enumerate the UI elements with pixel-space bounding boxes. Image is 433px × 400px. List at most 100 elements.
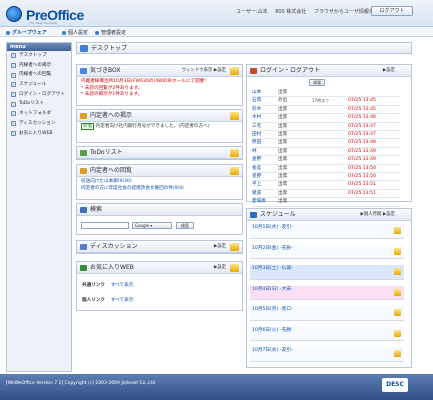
sidebar-item-desktop[interactable]: デスクトップ — [7, 51, 71, 61]
login-row: 田村 出席 07/25 13:47 — [252, 131, 400, 140]
schedule-day[interactable]: 10月3日(土) -仏滅- — [250, 265, 404, 280]
sidebar-item-label: お気に入りWEB — [19, 130, 53, 136]
schedule-date[interactable]: 10月4日(日) — [252, 287, 278, 292]
login-name[interactable]: 幾波 — [252, 190, 261, 198]
login-status: 出席 — [278, 157, 288, 163]
panel-links[interactable]: ▶設定 — [214, 262, 226, 274]
panel-title: 気づきBOX — [90, 67, 121, 74]
panel-body: 内蔵者様橋治所10月3日(FW630の)480DIRホールにて開催! * 未読の… — [77, 77, 242, 101]
schedule-day[interactable]: 10月5日(月) -赤口- — [250, 306, 404, 321]
edit-icon[interactable] — [230, 149, 239, 157]
return-button[interactable]: 帰電 — [309, 79, 325, 86]
todo-icon — [11, 101, 16, 107]
favorites-row-label: 共通リンク — [82, 283, 105, 288]
notice-item[interactable]: 内定者向け社内期行月号ができました。(内定者の方へ) — [96, 124, 210, 129]
sidebar-item-todo[interactable]: ToDoリスト — [7, 99, 71, 109]
nav-personal-settings[interactable]: 個人設定 — [62, 29, 88, 36]
edit-icon[interactable] — [230, 243, 239, 251]
panel-links[interactable]: ▶設定 — [383, 65, 395, 77]
sidebar-item-favorites[interactable]: お気に入りWEB — [7, 129, 71, 139]
search-input[interactable] — [81, 222, 129, 229]
logo-icon — [6, 6, 22, 22]
login-row: 木村 出席 07/25 13:46 — [252, 114, 400, 123]
panel-links[interactable]: ▶設定 — [214, 241, 226, 253]
panel-header: 内定者への掲示 — [77, 110, 242, 122]
nav-groupware[interactable]: グループウェア — [6, 29, 47, 36]
search-engine-select[interactable]: Google ▾ — [132, 222, 172, 229]
box-line[interactable]: * 未読の掲示が1件あります。 — [81, 92, 238, 99]
panel-links[interactable]: ウィンドウ表示 ▶設定 — [182, 65, 226, 77]
footer-copyright: [WeWeOffice Version 7.1] Copyright (c) 2… — [6, 381, 156, 386]
schedule-date[interactable]: 10月6日(火) — [252, 328, 278, 333]
login-name[interactable]: 倉野 — [252, 156, 261, 164]
login-name[interactable]: 石岡 — [252, 97, 261, 105]
panel-links[interactable]: ▶個人月間 ▶設定 — [361, 209, 396, 221]
schedule-date[interactable]: 10月3日(土) — [252, 266, 278, 271]
favorites-show-all[interactable]: すべて表示 — [111, 298, 133, 303]
login-name[interactable]: 山本 — [252, 89, 261, 97]
sidebar-item-netfolder[interactable]: ネットフォルダ — [7, 109, 71, 119]
sidebar-item-login[interactable]: ログイン・ログアウト — [7, 90, 71, 100]
login-name[interactable]: 原田 — [252, 139, 261, 147]
login-row: 愛場奏 出席 — [252, 198, 400, 207]
edit-icon[interactable] — [394, 350, 401, 357]
schedule-day[interactable]: 10月1日(木) -友引- — [250, 224, 404, 239]
login-name[interactable]: 田村 — [252, 131, 261, 139]
schedule-day[interactable]: 10月7日(水) -友引- — [250, 347, 404, 362]
edit-icon[interactable] — [394, 329, 401, 337]
globe-icon — [80, 265, 87, 271]
edit-icon[interactable] — [230, 167, 239, 175]
logout-button[interactable]: ログアウト — [371, 6, 413, 16]
schedule-label: -仏滅- — [280, 266, 293, 271]
panel-header: スケジュール ▶個人月間 ▶設定 — [247, 209, 411, 221]
sidebar-item-circular[interactable]: 内線者への回覧 — [7, 70, 71, 80]
sidebar-item-schedule[interactable]: スケジュール — [7, 80, 71, 90]
login-name[interactable]: 平上 — [252, 181, 261, 189]
favorites-panel: お気に入りWEB ▶設定 共通リンク すべて表示 個人リンク すべて表示 — [76, 261, 243, 311]
edit-icon[interactable] — [230, 264, 239, 272]
page-title-text: デスクトップ — [91, 45, 128, 52]
sidebar-item-discussion[interactable]: ディスカッション — [7, 119, 71, 129]
todo-panel: ToDoリスト — [76, 146, 243, 160]
edit-icon[interactable] — [394, 247, 401, 255]
edit-icon[interactable] — [394, 268, 401, 275]
circular-item[interactable]: 内定者の方に年度社長の提携改会文権回の件(9/4) — [81, 186, 238, 193]
schedule-date[interactable]: 10月7日(水) — [252, 348, 278, 353]
edit-icon[interactable] — [394, 227, 401, 234]
nav-admin-settings[interactable]: 管理者設定 — [95, 29, 126, 36]
schedule-day[interactable]: 10月4日(日) -大安- — [250, 285, 404, 301]
login-name[interactable]: 林 — [252, 148, 257, 156]
schedule-date[interactable]: 10月1日(木) — [252, 225, 278, 230]
panel-title: 検索 — [90, 206, 103, 213]
search-button[interactable]: 検索 — [176, 222, 194, 229]
schedule-date[interactable]: 10月2日(金) — [252, 246, 278, 251]
page-title: デスクトップ — [76, 42, 412, 54]
nav-label: 管理者設定 — [101, 30, 127, 36]
favorites-show-all[interactable]: すべて表示 — [111, 283, 133, 288]
login-name[interactable]: 星野 — [252, 173, 261, 181]
login-name[interactable]: 鈴木 — [252, 106, 261, 114]
panel-title: お気に入りWEB — [90, 264, 134, 271]
login-row: 平上 出席 07/25 13:51 — [252, 181, 400, 190]
edit-icon[interactable] — [230, 67, 239, 75]
login-name[interactable]: 長島 — [252, 165, 261, 173]
login-name[interactable]: 三宅 — [252, 123, 261, 131]
edit-icon[interactable] — [394, 309, 401, 316]
circular-icon — [11, 72, 16, 78]
edit-icon[interactable] — [230, 112, 239, 120]
schedule-day[interactable]: 10月6日(火) -先勝- — [250, 326, 404, 342]
schedule-date[interactable]: 10月5日(月) — [252, 307, 278, 312]
sidebar-item-notice[interactable]: 内線者への掲示 — [7, 61, 71, 71]
login-time: 07/25 13:51 — [348, 182, 376, 188]
login-name[interactable]: 木村 — [252, 114, 261, 122]
favorites-row-label: 個人リンク — [82, 298, 105, 303]
login-status: 出席 — [278, 148, 288, 154]
login-row: 幾波 出席 07/25 13:51 — [252, 190, 400, 199]
nav-bar: グループウェア 個人設定 管理者設定 — [0, 27, 433, 37]
schedule-day[interactable]: 10月2日(金) -先負- — [250, 244, 404, 260]
search-icon — [80, 207, 87, 213]
edit-icon[interactable] — [394, 288, 401, 296]
nav-dot-icon — [6, 30, 10, 35]
login-name[interactable]: 愛場奏 — [252, 198, 266, 206]
user-label: ユーザー:山本 — [236, 9, 268, 15]
